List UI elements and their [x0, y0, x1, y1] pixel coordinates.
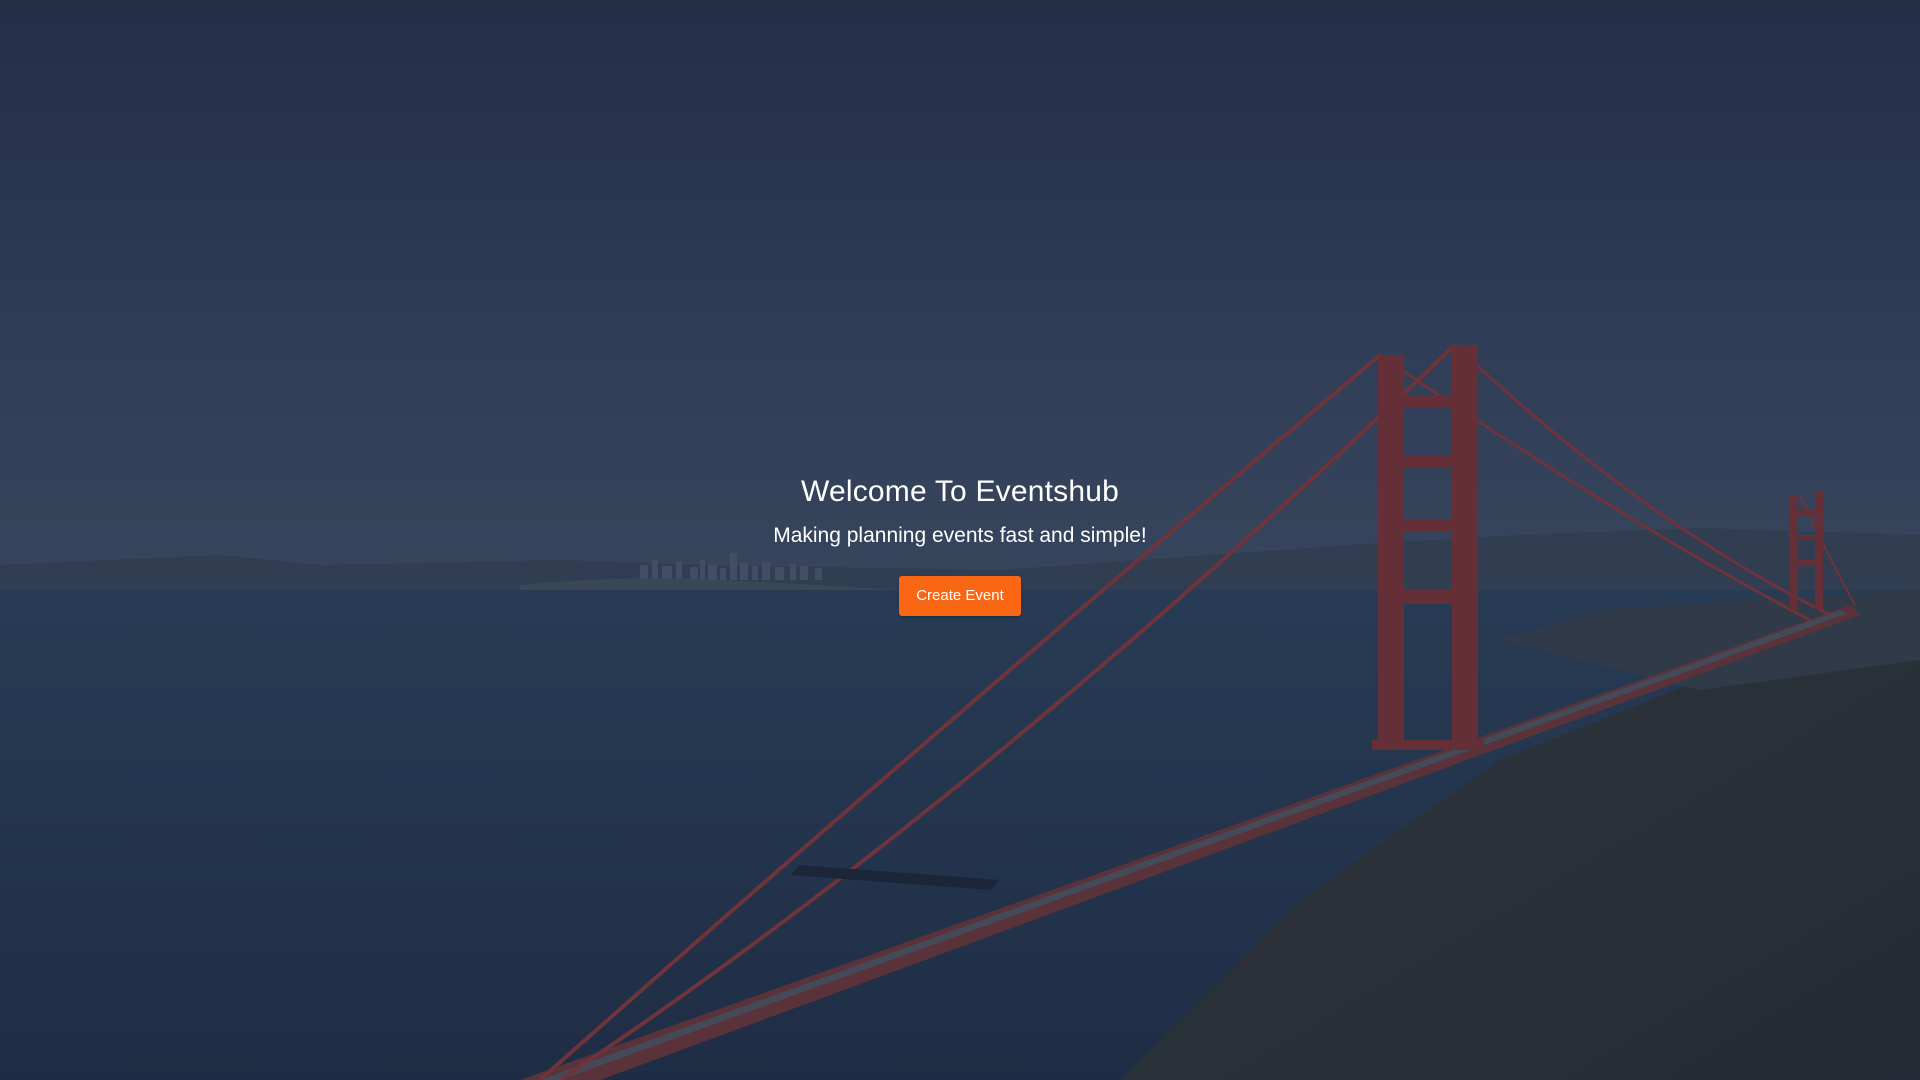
hero-content: Welcome To Eventshub Making planning eve… — [0, 470, 1920, 616]
hero-section: Welcome To Eventshub Making planning eve… — [0, 0, 1920, 1080]
create-event-button[interactable]: Create Event — [899, 576, 1021, 616]
page-title: Welcome To Eventshub — [800, 475, 1120, 508]
page-subtitle: Making planning events fast and simple! — [773, 524, 1147, 547]
